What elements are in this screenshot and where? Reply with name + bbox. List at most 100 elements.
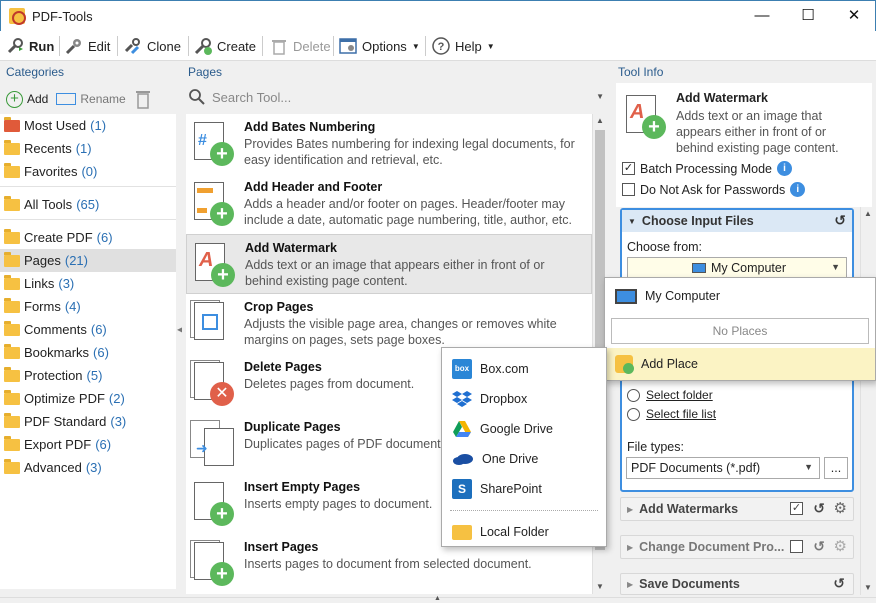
toolbar-separator <box>333 36 334 56</box>
close-button[interactable]: ✕ <box>831 1 876 31</box>
cloud-google-drive[interactable]: Google Drive <box>442 414 606 444</box>
select-folder-option[interactable]: Select folder <box>627 388 713 402</box>
checkbox-unchecked-icon[interactable] <box>790 540 803 553</box>
reset-icon[interactable]: ↺ <box>813 500 825 517</box>
bottom-splitter[interactable]: ▲ <box>0 595 876 603</box>
add-place-item[interactable]: Add Place <box>605 348 875 380</box>
crop-pages-icon <box>190 300 236 346</box>
tool-crop-pages[interactable]: Crop Pages Adjusts the visible page area… <box>186 294 592 354</box>
input-source-combo[interactable]: My Computer ▼ <box>627 257 847 279</box>
category-favorites[interactable]: Favorites (0) <box>0 160 176 183</box>
cloud-local-folder[interactable]: Local Folder <box>442 517 606 547</box>
cloud-dropbox[interactable]: Dropbox <box>442 384 606 414</box>
delete-button[interactable]: Delete <box>270 34 331 58</box>
reset-icon[interactable]: ↺ <box>834 212 846 229</box>
checkbox-unchecked-icon[interactable] <box>622 183 635 196</box>
category-label: Comments <box>24 322 87 337</box>
category-optimize-pdf[interactable]: Optimize PDF (2) <box>0 387 176 410</box>
select-file-list-option[interactable]: Select file list <box>627 407 716 421</box>
radio-icon[interactable] <box>627 388 640 402</box>
scroll-up-icon[interactable]: ▲ <box>861 207 875 221</box>
add-watermarks-section[interactable]: ▶ Add Watermarks ✓ ↺ ⚙ <box>620 497 854 521</box>
choose-input-files-header[interactable]: ▼ Choose Input Files ↺ <box>622 210 852 232</box>
checkbox-checked-icon[interactable]: ✓ <box>622 162 635 175</box>
edit-button[interactable]: Edit <box>65 34 110 58</box>
tool-description: Provides Bates numbering for indexing le… <box>244 137 575 167</box>
category-links[interactable]: Links (3) <box>0 272 176 295</box>
cloud-sharepoint[interactable]: S SharePoint <box>442 474 606 504</box>
category-protection[interactable]: Protection (5) <box>0 364 176 387</box>
run-label: Run <box>29 38 55 54</box>
reset-icon[interactable]: ↺ <box>833 575 845 592</box>
category-create-pdf[interactable]: Create PDF (6) <box>0 226 176 249</box>
category-all-tools[interactable]: All Tools (65) <box>0 193 176 216</box>
batch-label: Batch Processing Mode <box>640 161 773 176</box>
category-label: Optimize PDF <box>24 391 105 406</box>
clone-button[interactable]: Clone <box>124 34 181 58</box>
add-category-button[interactable]: + Add <box>6 90 48 108</box>
no-passwords-checkbox[interactable]: Do Not Ask for Passwords i <box>622 182 806 197</box>
category-advanced[interactable]: Advanced (3) <box>0 456 176 479</box>
file-types-combo[interactable]: PDF Documents (*.pdf) ▼ <box>626 457 820 479</box>
batch-processing-checkbox[interactable]: ✓ Batch Processing Mode i <box>622 161 793 176</box>
select-folder-label[interactable]: Select folder <box>646 388 713 402</box>
cloud-onedrive[interactable]: One Drive <box>442 444 606 474</box>
browse-button[interactable]: ... <box>824 457 848 479</box>
create-button[interactable]: Create <box>194 34 256 58</box>
category-label: All Tools <box>24 197 73 212</box>
help-button[interactable]: ? Help ▼ <box>432 34 495 58</box>
info-icon[interactable]: i <box>790 182 806 197</box>
category-label: Most Used <box>24 118 87 133</box>
category-recents[interactable]: Recents (1) <box>0 137 176 160</box>
checkbox-checked-icon[interactable]: ✓ <box>790 502 803 515</box>
save-documents-section[interactable]: ▶ Save Documents ↺ <box>620 573 854 595</box>
scroll-down-icon[interactable]: ▼ <box>861 581 875 595</box>
folder-icon <box>4 228 20 244</box>
select-file-list-label[interactable]: Select file list <box>646 407 716 421</box>
rename-category-button[interactable]: Rename <box>56 92 126 106</box>
trash-icon[interactable] <box>134 89 152 109</box>
window-title: PDF-Tools <box>32 9 93 24</box>
tool-add-header-footer[interactable]: + Add Header and Footer Adds a header an… <box>186 174 592 234</box>
options-button[interactable]: Options ▼ <box>339 34 420 58</box>
info-icon[interactable]: i <box>777 161 793 176</box>
reset-icon[interactable]: ↺ <box>813 538 825 555</box>
category-count: (4) <box>64 299 81 314</box>
category-comments[interactable]: Comments (6) <box>0 318 176 341</box>
category-pages[interactable]: Pages (21) <box>0 249 176 272</box>
pages-title: Pages <box>188 65 223 79</box>
folder-icon <box>4 251 20 267</box>
search-tool-box[interactable]: Search Tool... ▼ <box>188 86 608 108</box>
place-my-computer[interactable]: My Computer <box>605 278 875 314</box>
folder-icon <box>4 343 20 359</box>
run-button[interactable]: Run <box>6 34 54 58</box>
search-dropdown-icon[interactable]: ▼ <box>596 92 604 101</box>
plus-circle-icon: + <box>6 90 23 108</box>
category-pdf-standard[interactable]: PDF Standard (3) <box>0 410 176 433</box>
minimize-button[interactable]: — <box>739 1 785 31</box>
scroll-up-icon[interactable]: ▲ <box>593 114 607 128</box>
scroll-down-icon[interactable]: ▼ <box>593 580 607 594</box>
tool-add-watermark[interactable]: A + Add Watermark Adds text or an image t… <box>186 234 592 294</box>
category-most-used[interactable]: Most Used (1) <box>0 114 176 137</box>
tool-description: Adds a header and/or footer on pages. He… <box>244 197 572 227</box>
cloud-box[interactable]: box Box.com <box>442 354 606 384</box>
radio-icon[interactable] <box>627 407 640 421</box>
create-tool-icon <box>194 38 212 55</box>
gear-icon[interactable]: ⚙ <box>834 537 847 555</box>
menu-divider <box>450 510 598 511</box>
tool-add-bates-numbering[interactable]: # + Add Bates Numbering Provides Bates nu… <box>186 114 592 174</box>
tool-description: Inserts pages to document from selected … <box>244 557 532 571</box>
tool-description: Adds text or an image that appears eithe… <box>245 258 545 288</box>
change-document-properties-section[interactable]: ▶ Change Document Pro... ↺ ⚙ <box>620 535 854 559</box>
app-logo-icon <box>9 8 26 25</box>
collapse-up-icon[interactable]: ▲ <box>434 595 441 602</box>
tool-info-scrollbar[interactable]: ▲ ▼ <box>860 207 874 595</box>
gear-icon[interactable]: ⚙ <box>834 499 847 517</box>
category-bookmarks[interactable]: Bookmarks (6) <box>0 341 176 364</box>
category-forms[interactable]: Forms (4) <box>0 295 176 318</box>
category-export-pdf[interactable]: Export PDF (6) <box>0 433 176 456</box>
search-input[interactable]: Search Tool... <box>212 90 291 105</box>
maximize-button[interactable]: ☐ <box>785 1 831 31</box>
category-list: Most Used (1) Recents (1) Favorites (0) All… <box>0 114 176 589</box>
